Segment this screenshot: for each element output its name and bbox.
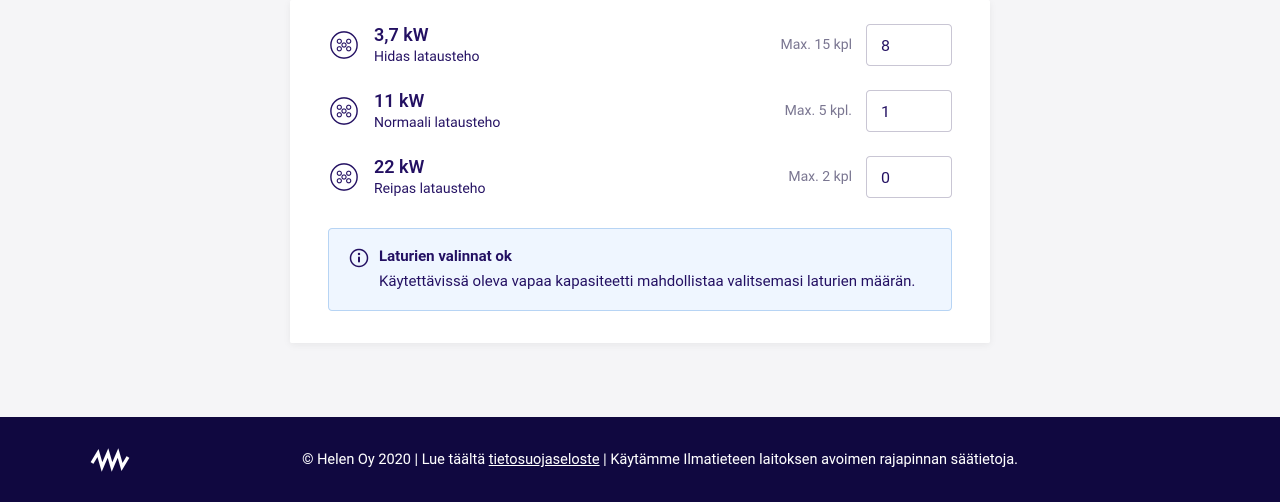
charger-max-label: Max. 5 kpl. <box>785 103 852 119</box>
charger-labels: 22 kW Reipas latausteho <box>374 157 788 197</box>
charger-power-label: 3,7 kW <box>374 25 780 47</box>
privacy-link[interactable]: tietosuojaseloste <box>489 451 600 468</box>
charger-plug-icon <box>328 29 360 61</box>
charger-labels: 11 kW Normaali latausteho <box>374 91 785 131</box>
charger-power-label: 11 kW <box>374 91 785 113</box>
charger-row-3-7kw: 3,7 kW Hidas latausteho Max. 15 kpl <box>328 12 952 78</box>
charger-speed-label: Hidas latausteho <box>374 49 780 65</box>
helen-logo-icon <box>90 445 130 475</box>
charger-qty-input-3-7kw[interactable] <box>866 24 952 66</box>
info-content: Laturien valinnat ok Käytettävissä oleva… <box>379 247 931 292</box>
info-title: Laturien valinnat ok <box>379 247 931 265</box>
footer-weather-note: Käytämme Ilmatieteen laitoksen avoimen r… <box>610 451 1018 468</box>
charger-qty-input-22kw[interactable] <box>866 156 952 198</box>
charger-row-22kw: 22 kW Reipas latausteho Max. 2 kpl <box>328 144 952 210</box>
charger-labels: 3,7 kW Hidas latausteho <box>374 25 780 65</box>
charger-plug-icon <box>328 95 360 127</box>
charger-row-11kw: 11 kW Normaali latausteho Max. 5 kpl. <box>328 78 952 144</box>
charger-speed-label: Reipas latausteho <box>374 181 788 197</box>
charger-max-label: Max. 2 kpl <box>788 169 852 185</box>
page-footer: © Helen Oy 2020 | Lue täältä tietosuojas… <box>0 417 1280 502</box>
charger-qty-input-11kw[interactable] <box>866 90 952 132</box>
footer-copyright: © Helen Oy 2020 <box>302 451 411 468</box>
charger-max-label: Max. 15 kpl <box>780 37 852 53</box>
footer-text: © Helen Oy 2020 | Lue täältä tietosuojas… <box>130 451 1190 468</box>
charger-speed-label: Normaali latausteho <box>374 115 785 131</box>
info-box: Laturien valinnat ok Käytettävissä oleva… <box>328 228 952 311</box>
charger-plug-icon <box>328 161 360 193</box>
info-body: Käytettävissä oleva vapaa kapasiteetti m… <box>379 271 931 292</box>
footer-privacy-prefix: Lue täältä <box>422 451 489 468</box>
info-icon <box>349 248 369 268</box>
charger-card: 3,7 kW Hidas latausteho Max. 15 kpl 11 k… <box>290 0 990 343</box>
charger-power-label: 22 kW <box>374 157 788 179</box>
